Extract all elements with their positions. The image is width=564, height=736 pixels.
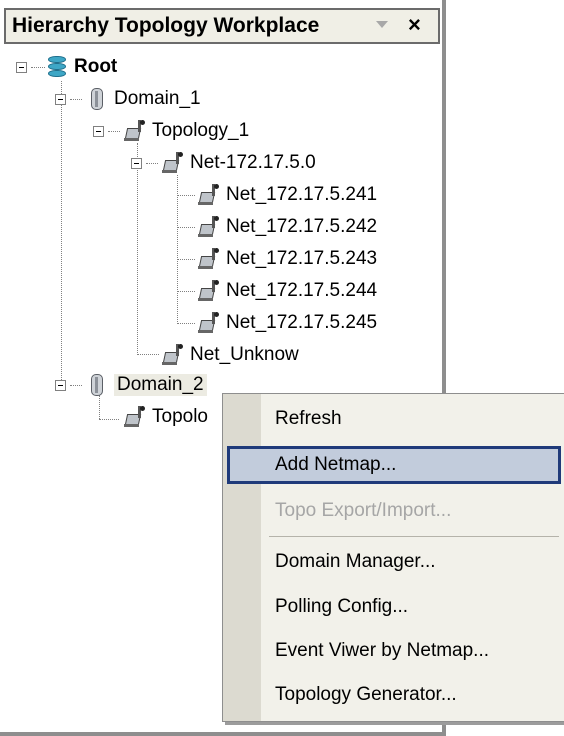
menu-item-label: Add Netmap... — [275, 454, 397, 475]
database-icon — [46, 55, 68, 79]
network-topology-icon — [162, 151, 184, 175]
network-topology-icon — [198, 215, 220, 239]
menu-item-refresh[interactable]: Refresh — [227, 400, 561, 438]
network-topology-icon — [198, 279, 220, 303]
collapse-net-group-toggle[interactable] — [131, 158, 142, 169]
tree-node-label: Net_172.17.5.243 — [226, 248, 378, 269]
network-topology-icon — [162, 343, 184, 367]
collapse-root-toggle[interactable] — [16, 62, 27, 73]
tree-node-label: Domain_1 — [114, 88, 201, 109]
menu-item-label: Event Viwer by Netmap... — [275, 640, 490, 661]
tree-node-label: Net_172.17.5.245 — [226, 312, 378, 333]
menu-separator — [269, 536, 559, 537]
tree-node-label: Topology_1 — [152, 120, 250, 141]
tree-node-net-unknow[interactable]: Net_Unknow — [162, 340, 299, 370]
tree-node-label: Net-172.17.5.0 — [190, 152, 316, 173]
domain-server-icon — [86, 373, 108, 397]
tree-node-net[interactable]: Net_172.17.5.244 — [198, 276, 377, 306]
menu-item-label: Domain Manager... — [275, 551, 436, 572]
menu-item-event-viewer[interactable]: Event Viwer by Netmap... — [227, 632, 561, 670]
tree-node-label: Net_172.17.5.244 — [226, 280, 378, 301]
menu-item-add-netmap[interactable]: Add Netmap... — [227, 446, 561, 484]
menu-item-label: Topo Export/Import... — [275, 500, 452, 521]
menu-item-topo-export-import[interactable]: Topo Export/Import... — [227, 492, 561, 530]
context-menu: Refresh Add Netmap... Topo Export/Import… — [222, 393, 564, 722]
tree-node-net[interactable]: Net_172.17.5.241 — [198, 180, 377, 210]
dropdown-arrow-icon[interactable] — [376, 21, 388, 28]
menu-item-topology-generator[interactable]: Topology Generator... — [227, 676, 561, 714]
network-topology-icon — [124, 405, 146, 429]
panel-title: Hierarchy Topology Workplace — [12, 14, 320, 37]
network-topology-icon — [198, 183, 220, 207]
tree-node-label: Topolo — [152, 406, 208, 427]
domain-server-icon — [86, 87, 108, 111]
menu-item-polling-config[interactable]: Polling Config... — [227, 588, 561, 626]
tree-node-topology1[interactable]: Topology_1 — [124, 116, 249, 146]
tree-node-label: Domain_2 — [114, 374, 207, 396]
network-topology-icon — [124, 119, 146, 143]
collapse-domain2-toggle[interactable] — [55, 380, 66, 391]
network-topology-icon — [198, 311, 220, 335]
tree-node-net[interactable]: Net_172.17.5.242 — [198, 212, 377, 242]
tree-node-net[interactable]: Net_172.17.5.243 — [198, 244, 377, 274]
tree-node-domain2-topology[interactable]: Topolo — [124, 402, 208, 432]
tree-node-net-group[interactable]: Net-172.17.5.0 — [162, 148, 316, 178]
close-icon[interactable]: × — [408, 12, 421, 38]
tree-node-label: Net_172.17.5.242 — [226, 216, 378, 237]
menu-item-label: Refresh — [275, 408, 342, 429]
collapse-domain1-toggle[interactable] — [55, 94, 66, 105]
tree-node-domain2[interactable]: Domain_2 — [86, 370, 207, 400]
menu-item-domain-manager[interactable]: Domain Manager... — [227, 543, 561, 581]
tree-node-label: Root — [74, 56, 118, 77]
menu-item-label: Topology Generator... — [275, 684, 457, 705]
panel-title-bar: Hierarchy Topology Workplace × — [4, 8, 440, 44]
tree-node-domain1[interactable]: Domain_1 — [86, 84, 201, 114]
network-topology-icon — [198, 247, 220, 271]
tree-node-label: Net_172.17.5.241 — [226, 184, 378, 205]
collapse-topology1-toggle[interactable] — [93, 126, 104, 137]
tree-node-net[interactable]: Net_172.17.5.245 — [198, 308, 377, 338]
tree-node-label: Net_Unknow — [190, 344, 299, 365]
menu-item-label: Polling Config... — [275, 596, 409, 617]
tree-node-root[interactable]: Root — [46, 52, 117, 82]
